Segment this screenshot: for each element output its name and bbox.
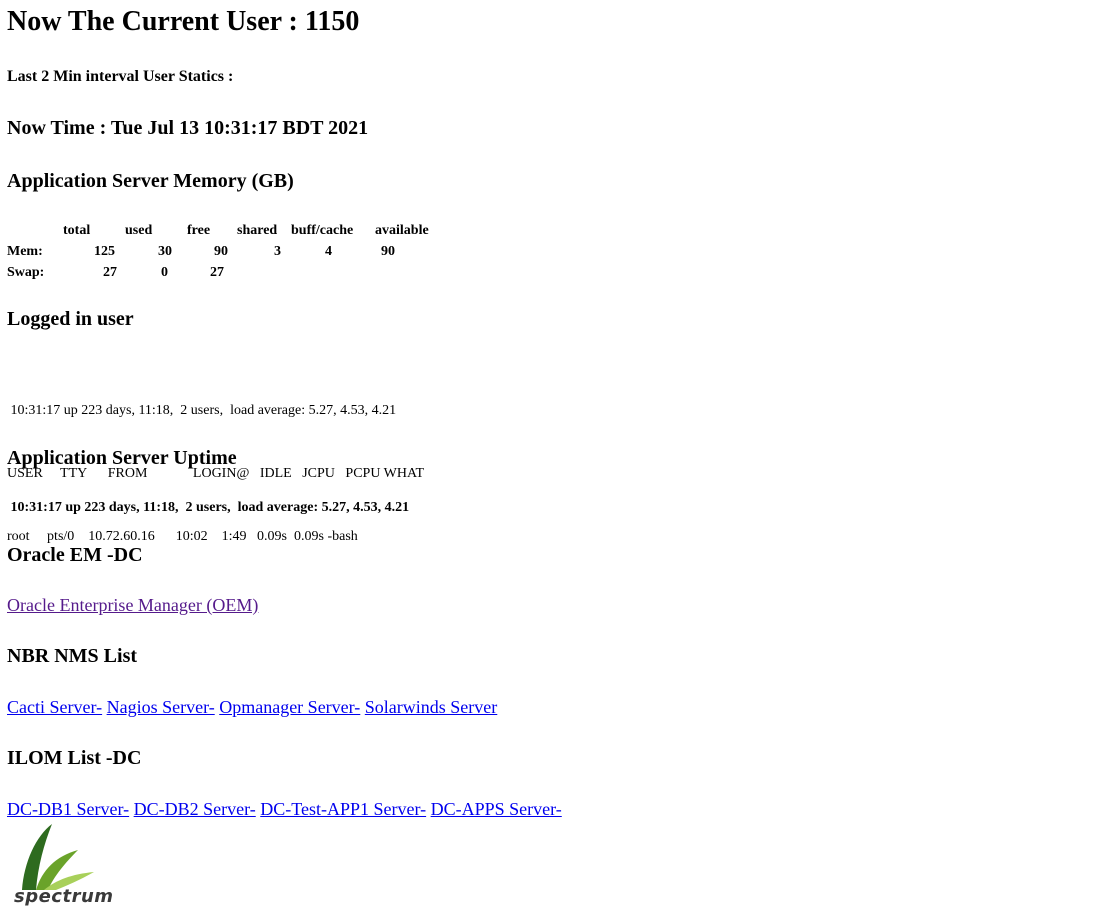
memory-table-row: Swap: 27 0 27 bbox=[7, 262, 429, 283]
ilom-section-title: ILOM List -DC bbox=[7, 747, 142, 769]
memory-col-header: used bbox=[125, 222, 153, 238]
memory-cell: 125 bbox=[94, 243, 115, 259]
uptime-output: 10:31:17 up 223 days, 11:18, 2 users, lo… bbox=[7, 500, 410, 515]
uptime-section-title: Application Server Uptime bbox=[7, 447, 237, 469]
logged-in-line: 10:31:17 up 223 days, 11:18, 2 users, lo… bbox=[7, 403, 397, 418]
memory-table-row: Mem: 125 30 90 3 4 90 bbox=[7, 241, 429, 262]
memory-cell bbox=[375, 262, 429, 283]
memory-col-header bbox=[7, 220, 63, 241]
spectrum-logo: spectrum bbox=[14, 822, 124, 910]
oracle-links: Oracle Enterprise Manager (OEM) bbox=[7, 595, 258, 616]
dc-db1-server-link[interactable]: DC-DB1 Server- bbox=[7, 799, 129, 819]
memory-cell bbox=[291, 262, 375, 283]
opmanager-server-link[interactable]: Opmanager Server- bbox=[219, 697, 360, 717]
nagios-server-link[interactable]: Nagios Server- bbox=[107, 697, 215, 717]
memory-cell: 27 bbox=[210, 264, 224, 280]
spectrum-leaf-icon bbox=[22, 824, 94, 890]
memory-cell: 90 bbox=[214, 243, 228, 259]
logged-in-section-title: Logged in user bbox=[7, 308, 134, 330]
oracle-section-title: Oracle EM -DC bbox=[7, 544, 143, 566]
cacti-server-link[interactable]: Cacti Server- bbox=[7, 697, 102, 717]
dc-test-app1-server-link[interactable]: DC-Test-APP1 Server- bbox=[260, 799, 426, 819]
memory-cell: Mem: bbox=[7, 243, 43, 259]
memory-col-header: shared bbox=[237, 222, 278, 238]
interval-stats-heading: Last 2 Min interval User Statics : bbox=[7, 68, 234, 85]
memory-table: total used free shared buff/cache availa… bbox=[7, 220, 429, 283]
dc-db2-server-link[interactable]: DC-DB2 Server- bbox=[134, 799, 256, 819]
memory-cell: 3 bbox=[274, 243, 281, 259]
memory-cell: Swap: bbox=[7, 264, 45, 280]
ilom-links: DC-DB1 Server- DC-DB2 Server- DC-Test-AP… bbox=[7, 799, 562, 820]
memory-cell: 0 bbox=[161, 264, 168, 280]
memory-cell: 30 bbox=[158, 243, 172, 259]
now-time-heading: Now Time : Tue Jul 13 10:31:17 BDT 2021 bbox=[7, 117, 369, 139]
dc-apps-server-link[interactable]: DC-APPS Server- bbox=[431, 799, 562, 819]
solarwinds-server-link[interactable]: Solarwinds Server bbox=[365, 697, 497, 717]
memory-col-header: available bbox=[375, 222, 429, 238]
nms-links: Cacti Server- Nagios Server- Opmanager S… bbox=[7, 697, 497, 718]
memory-cell: 4 bbox=[325, 243, 332, 259]
memory-cell bbox=[237, 262, 291, 283]
memory-section-title: Application Server Memory (GB) bbox=[7, 170, 294, 192]
memory-col-header: free bbox=[187, 222, 211, 238]
spectrum-logo-text: spectrum bbox=[14, 886, 114, 907]
memory-table-header-row: total used free shared buff/cache availa… bbox=[7, 220, 429, 241]
memory-cell: 90 bbox=[381, 243, 395, 259]
memory-cell: 27 bbox=[103, 264, 117, 280]
current-user-heading: Now The Current User : 1150 bbox=[7, 6, 360, 37]
oem-link[interactable]: Oracle Enterprise Manager (OEM) bbox=[7, 595, 258, 615]
memory-col-header: total bbox=[63, 222, 91, 238]
memory-col-header: buff/cache bbox=[291, 222, 354, 238]
nms-section-title: NBR NMS List bbox=[7, 645, 138, 667]
